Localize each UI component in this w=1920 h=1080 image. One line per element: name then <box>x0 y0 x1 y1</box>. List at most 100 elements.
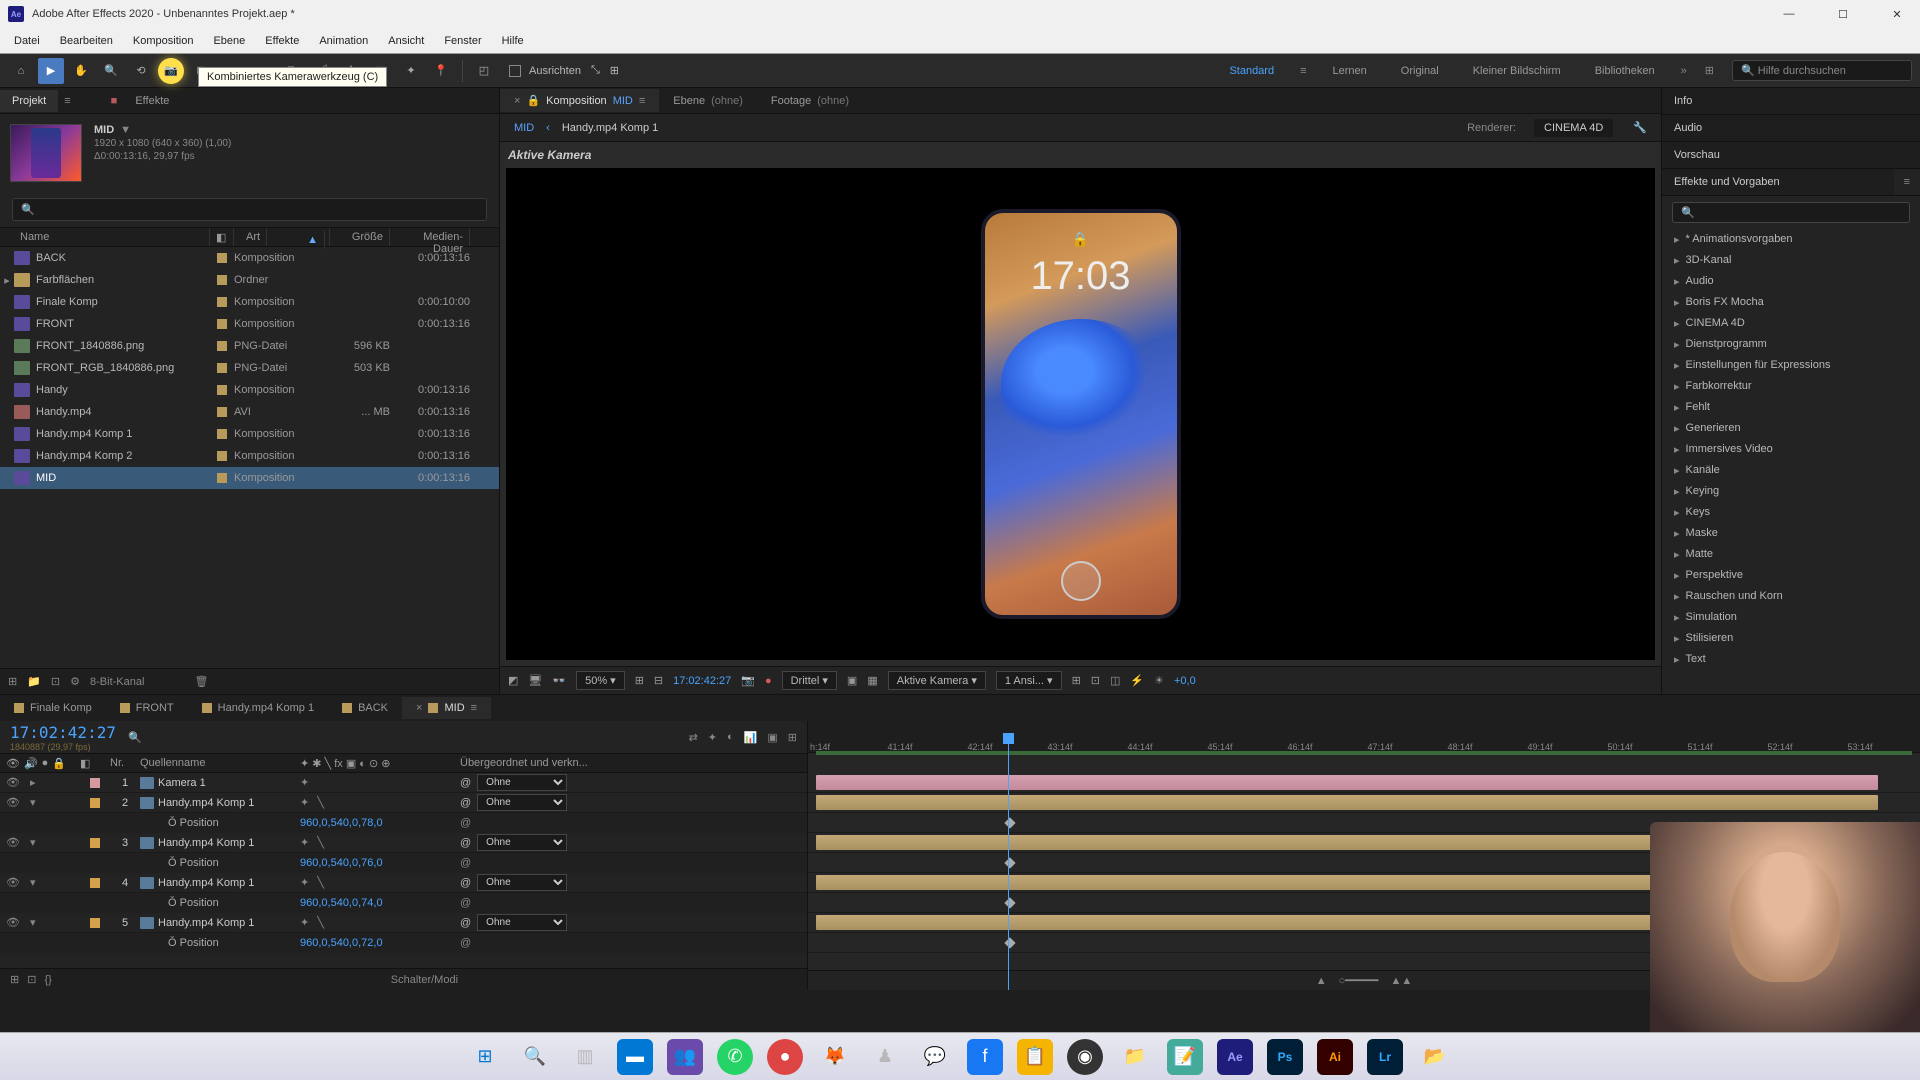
zoom-out-icon[interactable]: ▲ <box>1316 975 1327 987</box>
taskbar-ae-icon[interactable]: Ae <box>1217 1039 1253 1075</box>
col-lock-icon[interactable]: 🔒 <box>52 757 66 770</box>
toggle-switches[interactable]: Schalter/Modi <box>52 974 797 986</box>
col-dur[interactable]: Medien-Dauer <box>390 228 470 246</box>
menu-datei[interactable]: Datei <box>4 31 50 51</box>
taskbar-taskview-icon[interactable]: ▥ <box>567 1039 603 1075</box>
project-item[interactable]: Handy.mp4AVI... MB0:00:13:16 <box>0 401 499 423</box>
taskbar-ps-icon[interactable]: Ps <box>1267 1039 1303 1075</box>
layer-property[interactable]: Ŏ Position960,0,540,0,72,0@ <box>0 933 807 953</box>
trash-icon[interactable]: 🗑 <box>194 675 208 688</box>
layer-property[interactable]: Ŏ Position960,0,540,0,74,0@ <box>0 893 807 913</box>
audio-panel-tab[interactable]: Audio <box>1662 115 1920 141</box>
tl-3d-icon[interactable]: ⊞ <box>788 731 797 744</box>
effect-category[interactable]: ▸Audio <box>1662 271 1920 292</box>
taskbar-app-5[interactable]: 📝 <box>1167 1039 1203 1075</box>
maximize-button[interactable]: ☐ <box>1828 8 1858 21</box>
vf-res-icon[interactable]: ⊞ <box>635 674 644 687</box>
taskbar-messenger-icon[interactable]: 💬 <box>917 1039 953 1075</box>
tl-footer-icon1[interactable]: ⊞ <box>10 973 19 986</box>
vf-monitor-icon[interactable]: 🖥 <box>528 674 542 687</box>
effect-category[interactable]: ▸Generieren <box>1662 418 1920 439</box>
workspace-edit-icon[interactable]: ⊞ <box>1705 64 1714 77</box>
effect-category[interactable]: ▸Fehlt <box>1662 397 1920 418</box>
snapshot-icon[interactable]: 📷 <box>741 674 755 687</box>
zoom-dropdown[interactable]: 50% ▾ <box>576 671 625 690</box>
timeline-timecode[interactable]: 17:02:42:27 <box>10 723 116 742</box>
vf-playhead-icon[interactable]: ⊟ <box>654 674 663 687</box>
layer-property[interactable]: Ŏ Position960,0,540,0,76,0@ <box>0 853 807 873</box>
preview-panel-tab[interactable]: Vorschau <box>1662 142 1920 168</box>
zoom-tool[interactable]: 🔍 <box>98 58 124 84</box>
effect-category[interactable]: ▸* Animationsvorgaben <box>1662 229 1920 250</box>
effects-panel-tab[interactable]: Effekte und Vorgaben <box>1662 169 1894 195</box>
project-item[interactable]: FRONT_1840886.pngPNG-Datei596 KB <box>0 335 499 357</box>
show-channel-icon[interactable]: ● <box>765 675 772 687</box>
snap-options-icon[interactable]: ⤡ <box>591 64 600 77</box>
close-button[interactable]: ✕ <box>1882 8 1912 21</box>
menu-ansicht[interactable]: Ansicht <box>378 31 434 51</box>
menu-komposition[interactable]: Komposition <box>123 31 204 51</box>
menu-bearbeiten[interactable]: Bearbeiten <box>50 31 123 51</box>
quality-dropdown[interactable]: Drittel ▾ <box>782 671 837 690</box>
tab-menu-icon[interactable]: ≡ <box>639 95 645 107</box>
effects-tab[interactable]: Effekte <box>123 90 181 112</box>
renderer-dropdown[interactable]: CINEMA 4D <box>1534 119 1613 137</box>
project-item[interactable]: BACKKomposition0:00:13:16 <box>0 247 499 269</box>
home-tool[interactable]: ⌂ <box>8 58 34 84</box>
settings-icon[interactable]: ⚙ <box>70 675 80 688</box>
exposure-value[interactable]: +0,0 <box>1174 675 1196 687</box>
composition-canvas[interactable]: 🔒 17:03 <box>506 168 1655 660</box>
col-num[interactable]: Nr. <box>110 757 140 769</box>
effect-category[interactable]: ▸Keys <box>1662 502 1920 523</box>
tl-footer-icon2[interactable]: ⊡ <box>27 973 36 986</box>
effect-category[interactable]: ▸Einstellungen für Expressions <box>1662 355 1920 376</box>
effect-category[interactable]: ▸Rauschen und Korn <box>1662 586 1920 607</box>
menu-animation[interactable]: Animation <box>309 31 378 51</box>
effects-search[interactable]: 🔍 <box>1672 202 1910 223</box>
project-item[interactable]: Finale KompKomposition0:00:10:00 <box>0 291 499 313</box>
taskbar-app-2[interactable]: ● <box>767 1039 803 1075</box>
effect-category[interactable]: ▸Immersives Video <box>1662 439 1920 460</box>
workspace-libs[interactable]: Bibliotheken <box>1587 61 1663 81</box>
tab-close-icon[interactable]: × <box>514 95 520 107</box>
project-item[interactable]: HandyKomposition0:00:13:16 <box>0 379 499 401</box>
menu-ebene[interactable]: Ebene <box>203 31 255 51</box>
timeline-tab[interactable]: FRONT <box>106 697 188 719</box>
taskbar-explorer-icon[interactable]: 📁 <box>1117 1039 1153 1075</box>
tl-mb-icon[interactable]: ◐ <box>727 731 734 744</box>
timeline-ruler[interactable]: h:14f41:14f42:14f43:14f44:14f45:14f46:14… <box>808 721 1920 753</box>
menu-hilfe[interactable]: Hilfe <box>492 31 534 51</box>
col-source-name[interactable]: Quellenname <box>140 757 300 769</box>
interpret-icon[interactable]: ⊞ <box>8 675 17 688</box>
effect-category[interactable]: ▸Maske <box>1662 523 1920 544</box>
col-solo-icon[interactable]: ● <box>42 757 49 770</box>
project-item[interactable]: ▸FarbflächenOrdner <box>0 269 499 291</box>
project-item[interactable]: Handy.mp4 Komp 2Komposition0:00:13:16 <box>0 445 499 467</box>
footage-tab[interactable]: Footage (ohne) <box>757 90 863 112</box>
tl-fx-icon[interactable]: ✦ <box>708 731 717 744</box>
effect-category[interactable]: ▸Kanäle <box>1662 460 1920 481</box>
roto-tool[interactable]: ✦ <box>398 58 424 84</box>
project-item[interactable]: Handy.mp4 Komp 1Komposition0:00:13:16 <box>0 423 499 445</box>
effects-panel-menu-icon[interactable]: ≡ <box>1894 176 1920 188</box>
breadcrumb-current[interactable]: MID <box>514 122 534 134</box>
tl-graph-icon[interactable]: 📊 <box>744 731 758 744</box>
effect-category[interactable]: ▸Perspektive <box>1662 565 1920 586</box>
hand-tool[interactable]: ✋ <box>68 58 94 84</box>
tl-footer-icon3[interactable]: {} <box>44 974 51 986</box>
menu-fenster[interactable]: Fenster <box>434 31 491 51</box>
vf-alpha-icon[interactable]: ◩ <box>508 674 518 687</box>
taskbar-teams-icon[interactable]: 👥 <box>667 1039 703 1075</box>
timeline-tab[interactable]: Handy.mp4 Komp 1 <box>188 697 328 719</box>
effect-category[interactable]: ▸Simulation <box>1662 607 1920 628</box>
transparency-icon[interactable]: ▦ <box>867 674 877 687</box>
minimize-button[interactable]: — <box>1774 8 1804 21</box>
col-tag[interactable]: ◧ <box>210 228 234 246</box>
camera-tool[interactable]: 📷 <box>158 58 184 84</box>
timeline-layer[interactable]: 👁▾5Handy.mp4 Komp 1✦╲@Ohne <box>0 913 807 933</box>
vf-fast-icon[interactable]: ⊡ <box>1091 674 1100 687</box>
effects-color-icon[interactable]: ■ <box>111 95 118 107</box>
workspace-lernen[interactable]: Lernen <box>1325 61 1375 81</box>
menu-effekte[interactable]: Effekte <box>255 31 309 51</box>
project-item[interactable]: FRONT_RGB_1840886.pngPNG-Datei503 KB <box>0 357 499 379</box>
